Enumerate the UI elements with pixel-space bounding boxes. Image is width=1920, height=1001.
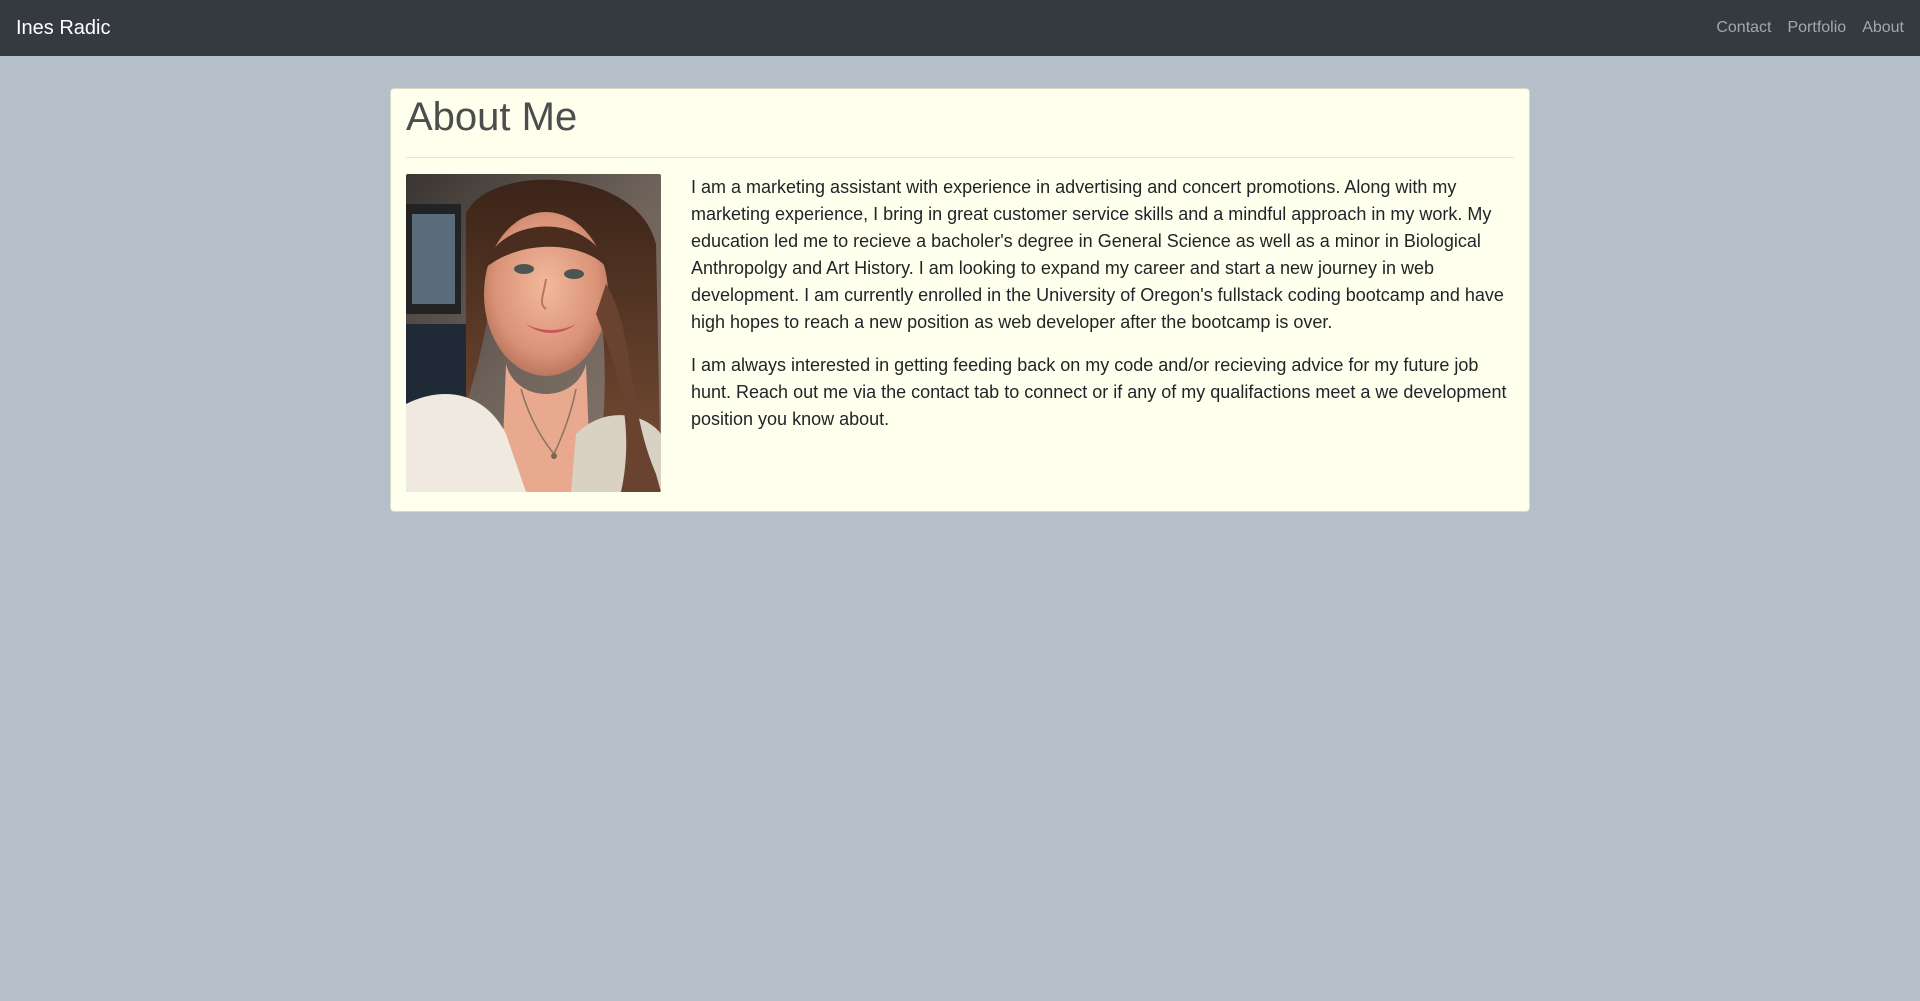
about-content: I am a marketing assistant with experien…: [406, 174, 1514, 492]
profile-photo: [406, 174, 661, 492]
title-divider: [406, 157, 1514, 158]
brand-link[interactable]: Ines Radic: [16, 17, 111, 40]
page-title: About Me: [406, 95, 578, 139]
nav-link-about[interactable]: About: [1862, 19, 1904, 37]
about-card: About Me I am a marketing assistant with…: [390, 88, 1530, 512]
nav-link-portfolio[interactable]: Portfolio: [1787, 19, 1846, 37]
top-navbar: Ines Radic Contact Portfolio About: [0, 0, 1920, 56]
about-paragraph-2: I am always interested in getting feedin…: [691, 355, 1507, 429]
nav-links: Contact Portfolio About: [1716, 19, 1904, 37]
about-text: I am a marketing assistant with experien…: [691, 174, 1514, 449]
about-paragraph-1: I am a marketing assistant with experien…: [691, 177, 1504, 332]
nav-link-contact[interactable]: Contact: [1716, 19, 1771, 37]
